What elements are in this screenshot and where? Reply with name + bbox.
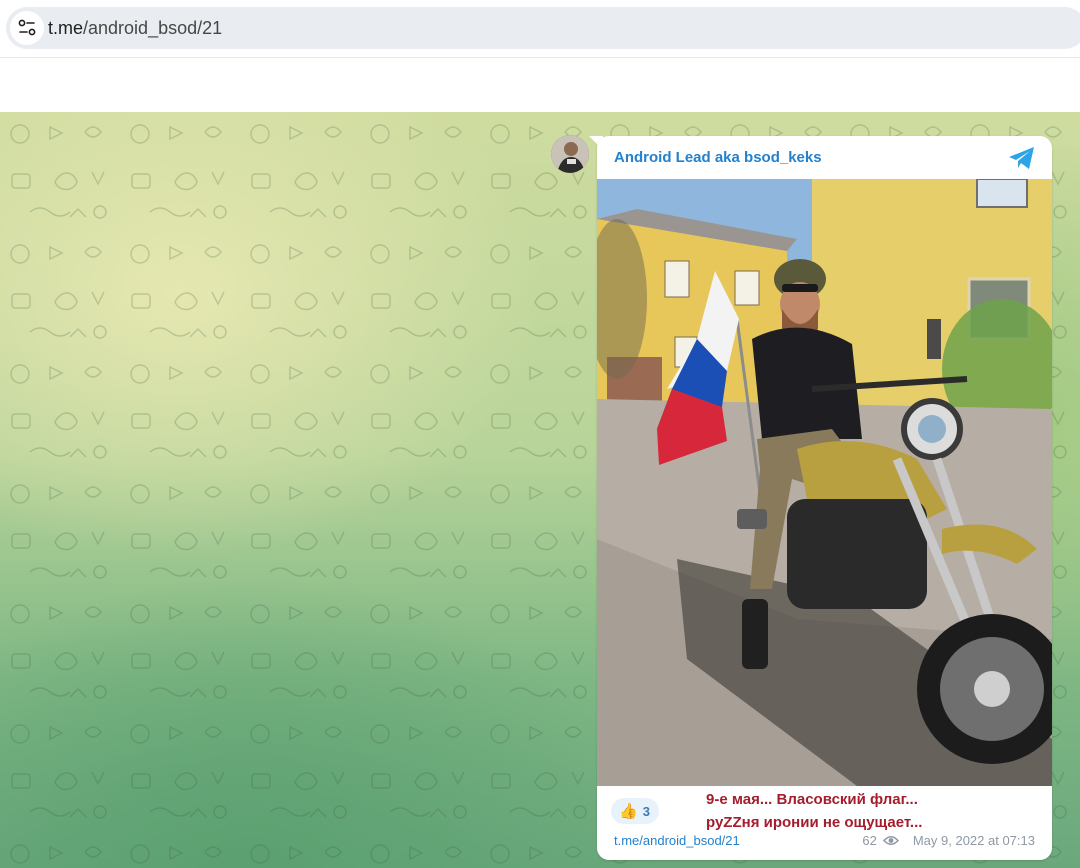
url-path: /android_bsod/21	[83, 18, 223, 38]
channel-name[interactable]: Android Lead aka bsod_keks	[614, 149, 822, 166]
site-settings-icon	[18, 19, 36, 36]
site-info-button[interactable]	[10, 11, 44, 45]
reaction-count: 3	[642, 803, 650, 819]
telegram-header	[0, 57, 1080, 112]
address-bar[interactable]: t.me/android_bsod/21	[6, 7, 1080, 49]
view-count: 62	[862, 833, 877, 848]
channel-avatar[interactable]	[551, 135, 589, 173]
url-host: t.me	[48, 18, 84, 38]
post-photo[interactable]	[597, 179, 1052, 786]
reaction-chip[interactable]: 👍 3	[611, 798, 659, 824]
url-text[interactable]: t.me/android_bsod/21	[48, 18, 222, 39]
avatar-image	[551, 135, 589, 173]
caption-line-2: руZZня иронии не ощущает...	[706, 814, 923, 831]
message-bubble: Android Lead aka bsod_keks 👍 3 9-е мая..…	[597, 136, 1052, 860]
motorcycle-photo	[597, 179, 1052, 786]
post-caption: 9-е мая... Власовский флаг... руZZня иро…	[706, 788, 1036, 834]
telegram-logo-icon[interactable]	[1007, 145, 1037, 171]
post-meta: 62 May 9, 2022 at 07:13	[862, 833, 1035, 848]
thumbs-up-icon: 👍	[619, 803, 638, 820]
post-link[interactable]: t.me/android_bsod/21	[614, 833, 740, 848]
browser-toolbar: t.me/android_bsod/21	[0, 0, 1080, 57]
post-date: May 9, 2022 at 07:13	[912, 833, 1035, 848]
eye-icon	[882, 836, 899, 845]
caption-line-1: 9-е мая... Власовский флаг...	[706, 791, 918, 808]
